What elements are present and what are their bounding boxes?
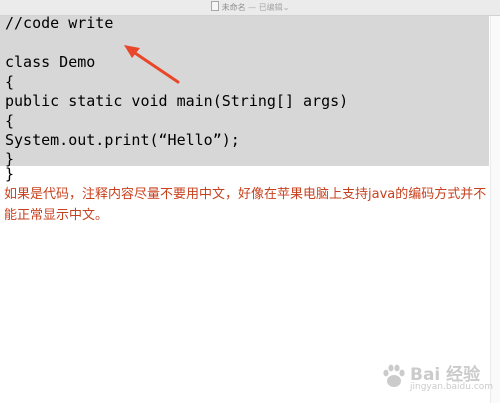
code-line-print: System.out.print(“Hello”); [5,131,240,149]
document-icon [210,1,219,11]
code-line-main: public static void main(String[] args) [5,92,349,110]
watermark-url: jingyan.baidu.com [410,382,494,392]
watermark: Bai 经验 jingyan.baidu.com [380,360,494,400]
baidu-paw-icon [383,364,405,387]
code-line-comment: //code write [5,14,114,32]
title-separator: — [245,3,259,12]
selected-code-block: //code write class Demo { public static … [0,14,489,168]
document-name: 未命名 [221,3,246,12]
edit-status: 已编辑 [258,3,283,12]
annotation-note: 如果是代码，注释内容尽量不要用中文，好像在苹果电脑上支持java的编码方式并不能… [4,187,487,223]
window-title[interactable]: 未命名 — 已编辑⌄ [0,1,500,14]
text-area[interactable]: //code write class Demo { public static … [0,14,500,403]
code-line-open-brace-2: { [5,112,15,130]
vertical-scrollbar[interactable] [490,16,500,403]
text-editor-window: 未命名 — 已编辑⌄ //code write class Demo { pub… [0,0,500,403]
code-line-class: class Demo [5,53,96,71]
arrow-icon [124,45,180,84]
chevron-down-icon[interactable]: ⌄ [283,3,290,12]
code-line-open-brace: { [5,73,15,91]
code-line-final-brace: } [5,165,15,183]
